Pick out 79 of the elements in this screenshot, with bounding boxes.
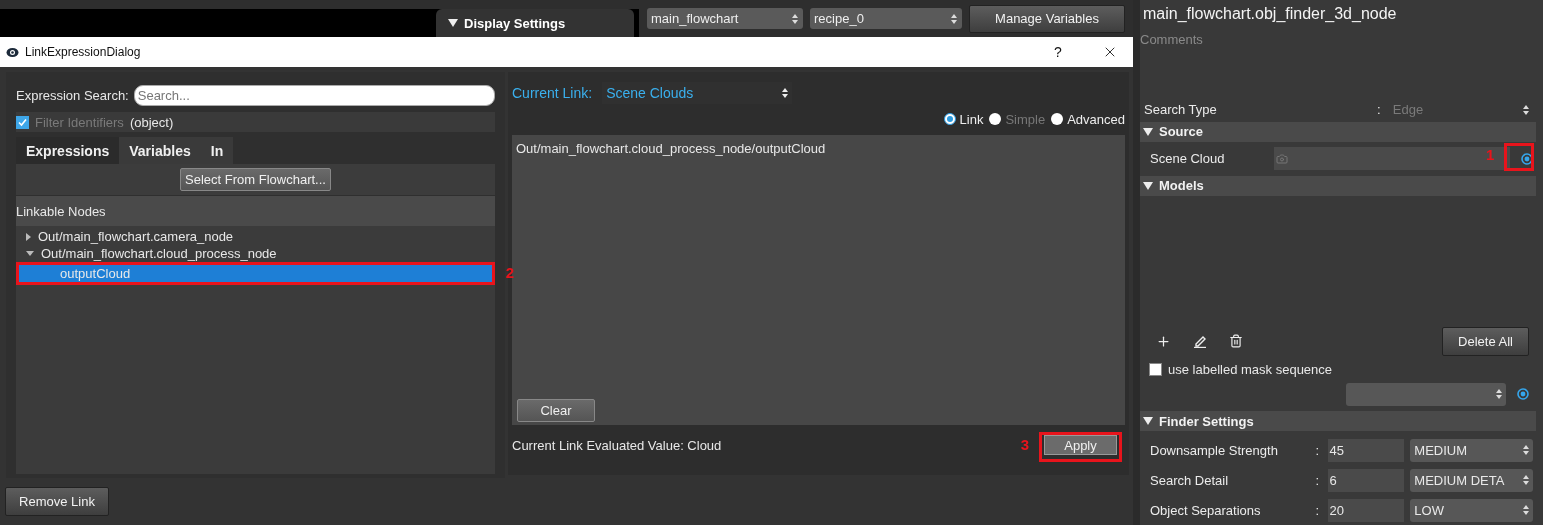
pencil-icon[interactable] (1193, 334, 1207, 349)
step-number: 2 (505, 264, 514, 281)
evaluated-value: Current Link Evaluated Value: Cloud (512, 437, 722, 453)
clear-button[interactable]: Clear (517, 399, 595, 422)
dropdown[interactable]: main_flowchart (647, 8, 803, 29)
field-label: Search Detail (1150, 472, 1230, 488)
node-title: main_flowchart.obj_finder_3d_node (1142, 4, 1398, 24)
checkbox-label: Filter Identifiers (35, 114, 124, 130)
checkbox[interactable] (16, 115, 29, 129)
tab[interactable]: Expressions (16, 137, 120, 164)
remove-link-button[interactable]: Remove Link (5, 487, 109, 516)
field-label: Current Link: (512, 85, 593, 101)
highlight-frame (1504, 142, 1534, 171)
updown-arrows-icon (1496, 389, 1502, 400)
link-target-icon[interactable] (1517, 388, 1529, 401)
help-button[interactable]: ? (1035, 44, 1081, 60)
section-header[interactable]: Source (1140, 121, 1536, 142)
caret-icon[interactable] (1143, 126, 1153, 137)
tab[interactable]: In (200, 137, 234, 164)
radio-label: Link (959, 111, 984, 127)
search-field[interactable]: Search... (133, 85, 495, 106)
trash-icon[interactable] (1229, 334, 1243, 349)
delete-all-button[interactable]: Delete All (1442, 326, 1529, 356)
value-field[interactable]: 20 (1327, 498, 1405, 522)
tab[interactable]: Variables (119, 137, 201, 164)
filter-value: (object) (129, 114, 174, 130)
caret-icon[interactable] (1143, 416, 1153, 427)
expander-icon[interactable] (26, 251, 34, 256)
dropdown[interactable]: MEDIUM (1410, 438, 1533, 462)
separator: : (1315, 502, 1321, 518)
expander-icon[interactable] (26, 232, 31, 241)
radio-label: Simple (1005, 111, 1046, 127)
eye-icon (6, 46, 19, 58)
field-label: Search Type (1144, 102, 1218, 118)
checkbox-label: use labelled mask sequence (1168, 361, 1333, 377)
separator: : (1376, 102, 1382, 118)
updown-arrows-icon (1523, 475, 1529, 486)
section-header[interactable]: Finder Settings (1140, 411, 1536, 432)
field-label: Object Separations (1150, 502, 1262, 518)
section-header[interactable]: Models (1140, 175, 1536, 196)
caret-icon[interactable] (1143, 180, 1153, 191)
dropdown[interactable]: recipe_0 (810, 8, 962, 29)
updown-arrows-icon (782, 88, 789, 98)
expression-text: Out/main_flowchart.cloud_process_node/outputCloud (516, 141, 827, 156)
scene-cloud-field[interactable] (1274, 147, 1510, 171)
field-label: Downsample Strength (1150, 442, 1279, 458)
separator: : (1315, 472, 1321, 488)
comments-field[interactable]: Comments (1140, 29, 1543, 50)
window-title: LinkExpressionDialog (25, 45, 142, 59)
dropdown[interactable]: MEDIUM DETA (1410, 468, 1533, 492)
updown-arrows-icon (792, 13, 798, 24)
dropdown[interactable]: LOW (1410, 498, 1533, 522)
value-field[interactable]: 45 (1327, 438, 1405, 462)
section-tab[interactable]: Display Settings (436, 9, 634, 37)
apply-button[interactable]: Apply (1044, 435, 1117, 455)
radio-button[interactable] (943, 113, 956, 125)
updown-arrows-icon (1523, 505, 1529, 516)
radio-button[interactable] (1051, 113, 1064, 125)
tree-header: Linkable Nodes (16, 196, 495, 226)
add-icon[interactable] (1156, 333, 1171, 349)
tree-item[interactable]: Out/main_flowchart.camera_node (16, 228, 495, 245)
step-number: 3 (1020, 436, 1029, 453)
step-number: 1 (1486, 145, 1495, 163)
tree-item[interactable]: Out/main_flowchart.cloud_process_node (16, 245, 495, 262)
link-target-icon[interactable] (1521, 152, 1533, 165)
radio-label: Advanced (1067, 111, 1125, 127)
value-field[interactable]: 6 (1327, 468, 1405, 492)
manage-variables-button[interactable]: Manage Variables (969, 4, 1125, 33)
separator: : (1315, 442, 1321, 458)
section-title: Display Settings (464, 15, 566, 31)
select-from-flowchart-button[interactable]: Select From Flowchart... (180, 168, 331, 191)
field-label: Scene Cloud (1150, 151, 1226, 167)
caret-icon[interactable] (448, 18, 458, 28)
updown-arrows-icon (1523, 445, 1529, 456)
checkbox[interactable] (1149, 362, 1162, 376)
field-label: Expression Search: (16, 88, 129, 103)
camera-icon (1276, 152, 1288, 165)
updown-arrows-icon (1523, 104, 1529, 115)
updown-arrows-icon (951, 13, 957, 24)
